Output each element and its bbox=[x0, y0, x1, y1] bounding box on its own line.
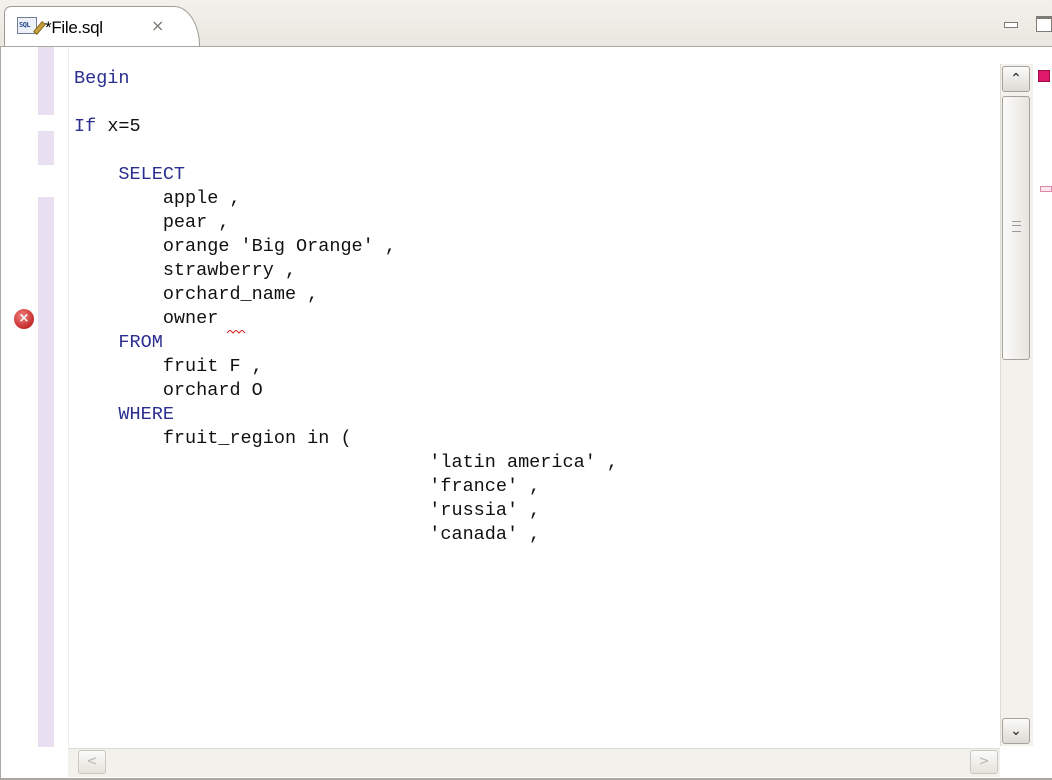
code-line[interactable]: 'russia' , bbox=[74, 499, 618, 523]
code-token: orchard_name , bbox=[162, 284, 319, 305]
quick-diff-strip bbox=[38, 47, 54, 747]
code-line[interactable]: owner bbox=[74, 307, 618, 331]
code-line[interactable]: 'france' , bbox=[74, 475, 618, 499]
scroll-down-button[interactable]: ⌄ bbox=[1002, 718, 1030, 744]
sql-keyword: Begin bbox=[74, 68, 130, 89]
tab-file-sql[interactable]: SQL *File.sql × bbox=[4, 6, 200, 46]
code-token: fruit_region in ( bbox=[162, 428, 352, 449]
code-token: pear , bbox=[162, 212, 230, 233]
close-icon[interactable]: × bbox=[151, 17, 164, 35]
quick-diff-gap bbox=[36, 115, 54, 131]
code-line[interactable]: orange 'Big Orange' , bbox=[74, 235, 618, 259]
code-token: 'france' , bbox=[429, 476, 541, 497]
code-text[interactable]: Begin If x=5 SELECT apple , pear , orange… bbox=[74, 67, 618, 547]
code-token: 'latin america' , bbox=[429, 452, 618, 473]
sql-file-icon: SQL bbox=[17, 17, 46, 35]
code-token: 'canada' , bbox=[429, 524, 541, 545]
code-line[interactable] bbox=[74, 139, 618, 163]
sql-keyword: If bbox=[74, 116, 97, 137]
sql-icon-label: SQL bbox=[19, 21, 31, 29]
editor-tab-bar: SQL *File.sql × bbox=[0, 0, 1052, 47]
code-token: fruit F , bbox=[162, 356, 263, 377]
gutter-divider bbox=[68, 47, 69, 747]
code-line[interactable]: Begin bbox=[74, 67, 618, 91]
code-line[interactable]: strawberry , bbox=[74, 259, 618, 283]
overview-ruler[interactable] bbox=[1034, 64, 1052, 746]
code-token: x=5 bbox=[96, 116, 141, 137]
code-line[interactable]: apple , bbox=[74, 187, 618, 211]
ruler-annotation-marker[interactable] bbox=[1040, 186, 1052, 192]
code-line[interactable]: 'canada' , bbox=[74, 523, 618, 547]
code-line[interactable]: pear , bbox=[74, 211, 618, 235]
code-token: apple , bbox=[162, 188, 241, 209]
maximize-icon[interactable] bbox=[1036, 16, 1052, 32]
code-token: 'russia' , bbox=[429, 500, 541, 521]
vertical-scroll-thumb[interactable] bbox=[1002, 96, 1030, 360]
scroll-left-button[interactable]: < bbox=[78, 750, 106, 774]
sql-keyword: FROM bbox=[118, 332, 163, 353]
code-token: owner bbox=[162, 308, 219, 329]
sql-keyword: SELECT bbox=[118, 164, 186, 185]
code-line[interactable]: fruit_region in ( bbox=[74, 427, 618, 451]
tab-title: *File.sql bbox=[45, 18, 103, 37]
quick-diff-gap bbox=[36, 165, 54, 197]
error-marker-icon[interactable] bbox=[1038, 70, 1050, 82]
code-line[interactable]: WHERE bbox=[74, 403, 618, 427]
code-line[interactable]: SELECT bbox=[74, 163, 618, 187]
editor-left-border bbox=[0, 47, 1, 780]
code-line[interactable]: orchard O bbox=[74, 379, 618, 403]
horizontal-scrollbar[interactable] bbox=[68, 748, 1000, 777]
pencil-icon bbox=[33, 21, 46, 35]
scroll-right-button[interactable]: > bbox=[970, 750, 998, 774]
grip-icon bbox=[1012, 221, 1021, 232]
error-squiggle bbox=[227, 330, 246, 334]
sql-keyword: WHERE bbox=[118, 404, 174, 425]
code-line[interactable]: If x=5 bbox=[74, 115, 618, 139]
code-line[interactable]: FROM bbox=[74, 331, 618, 355]
scroll-up-button[interactable]: ⌃ bbox=[1002, 66, 1030, 92]
code-line[interactable]: fruit F , bbox=[74, 355, 618, 379]
code-token: strawberry , bbox=[162, 260, 297, 281]
minimize-icon[interactable] bbox=[1004, 22, 1018, 28]
code-line[interactable]: orchard_name , bbox=[74, 283, 618, 307]
code-token: orchard O bbox=[162, 380, 263, 401]
code-line[interactable] bbox=[74, 91, 618, 115]
code-line[interactable]: 'latin america' , bbox=[74, 451, 618, 475]
code-token: orange 'Big Orange' , bbox=[162, 236, 396, 257]
error-icon[interactable]: × bbox=[14, 309, 34, 329]
